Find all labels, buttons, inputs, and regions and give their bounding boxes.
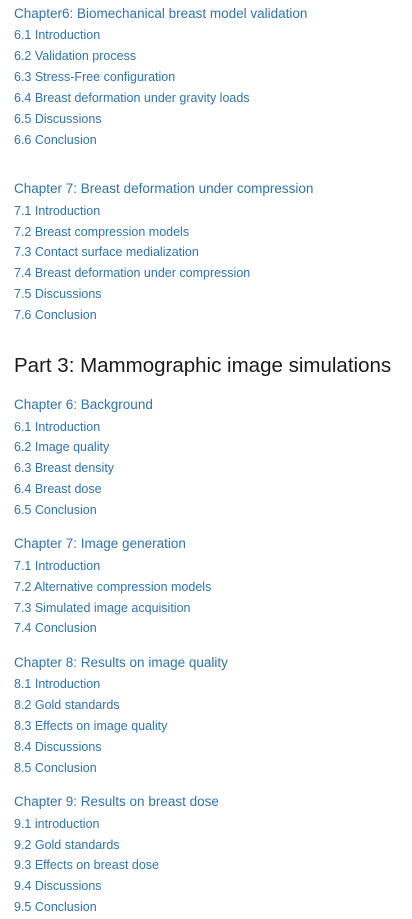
- toc-section-link[interactable]: 7.5 Discussions: [14, 285, 102, 303]
- toc-section-link[interactable]: 9.2 Gold standards: [14, 836, 120, 854]
- toc-section-link[interactable]: 6.3 Breast density: [14, 459, 114, 477]
- toc-section-link[interactable]: 6.1 Introduction: [14, 26, 100, 44]
- toc-section-link[interactable]: 8.4 Discussions: [14, 738, 102, 756]
- toc-section-link[interactable]: 8.1 Introduction: [14, 675, 100, 693]
- toc-section-link[interactable]: 7.1 Introduction: [14, 557, 100, 575]
- toc-section-link[interactable]: 6.4 Breast dose: [14, 480, 102, 498]
- toc-chapter-link[interactable]: Chapter 7: Breast deformation under comp…: [14, 180, 313, 198]
- toc-chapter-link[interactable]: Chapter 9: Results on breast dose: [14, 793, 219, 811]
- part-heading: Part 3: Mammographic image simulations: [14, 354, 392, 377]
- toc-section-link[interactable]: 6.2 Image quality: [14, 438, 109, 456]
- toc-section-link[interactable]: 6.3 Stress-Free configuration: [14, 68, 175, 86]
- toc-section-link[interactable]: 6.5 Discussions: [14, 110, 102, 128]
- toc-chapter-link[interactable]: Chapter 6: Background: [14, 396, 153, 414]
- toc-section-link[interactable]: 8.5 Conclusion: [14, 759, 97, 777]
- toc-section-link[interactable]: 7.4 Breast deformation under compression: [14, 264, 250, 282]
- toc-section-link[interactable]: 8.3 Effects on image quality: [14, 717, 167, 735]
- toc-section-link[interactable]: 8.2 Gold standards: [14, 696, 120, 714]
- toc-chapter-link[interactable]: Chapter 8: Results on image quality: [14, 654, 228, 672]
- toc-section-link[interactable]: 6.6 Conclusion: [14, 131, 97, 149]
- toc-section-link[interactable]: 6.2 Validation process: [14, 47, 136, 65]
- toc-section-link[interactable]: 9.3 Effects on breast dose: [14, 856, 159, 874]
- toc-chapter-link[interactable]: Chapter6: Biomechanical breast model val…: [14, 5, 307, 23]
- toc-section-link[interactable]: 6.4 Breast deformation under gravity loa…: [14, 89, 250, 107]
- toc-chapter-link[interactable]: Chapter 7: Image generation: [14, 535, 186, 553]
- toc-section-link[interactable]: 9.4 Discussions: [14, 877, 102, 895]
- toc-section-link[interactable]: 7.2 Alternative compression models: [14, 578, 211, 596]
- toc-section-link[interactable]: 7.2 Breast compression models: [14, 223, 189, 241]
- toc-section-link[interactable]: 7.6 Conclusion: [14, 306, 97, 324]
- toc-section-link[interactable]: 6.5 Conclusion: [14, 501, 97, 519]
- toc-section-link[interactable]: 7.3 Simulated image acquisition: [14, 599, 191, 617]
- toc-section-link[interactable]: 7.4 Conclusion: [14, 619, 97, 637]
- toc-section-link[interactable]: 6.1 Introduction: [14, 418, 100, 436]
- toc-section-link[interactable]: 9.1 introduction: [14, 815, 99, 833]
- toc-section-link[interactable]: 7.1 Introduction: [14, 202, 100, 220]
- toc-section-link[interactable]: 7.3 Contact surface medialization: [14, 243, 199, 261]
- toc-section-link[interactable]: 9.5 Conclusion: [14, 898, 97, 916]
